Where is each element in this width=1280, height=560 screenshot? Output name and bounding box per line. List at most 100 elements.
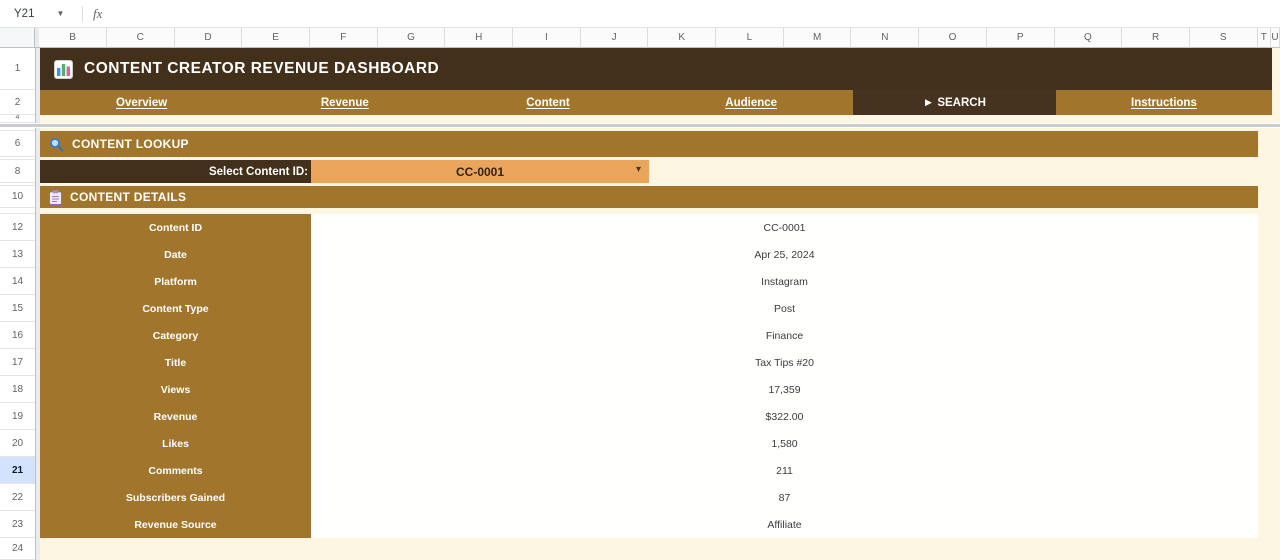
table-row: Revenue Source Affiliate [40,511,1258,538]
column-header-S[interactable]: S [1189,28,1258,48]
field-value[interactable]: Affiliate [311,511,1258,538]
page-title: CONTENT CREATOR REVENUE DASHBOARD [84,60,440,77]
search-icon [49,137,64,152]
row-header-1[interactable]: 1 [0,48,35,90]
row-header-19[interactable]: 19 [0,403,35,430]
tab-label: Content [526,96,570,109]
column-headers: BCDEFGHIJKLMNOPQRSTU [39,28,1280,48]
row-header-8[interactable]: 8 [0,160,35,183]
row-header-4[interactable]: 4 [0,115,35,123]
field-value[interactable]: Instagram [311,268,1258,295]
tab-content[interactable]: Content [446,90,649,115]
field-value[interactable]: Finance [311,322,1258,349]
field-value[interactable]: 211 [311,457,1258,484]
field-value[interactable]: Tax Tips #20 [311,349,1258,376]
row-header-14[interactable]: 14 [0,268,35,295]
field-value[interactable]: CC-0001 [311,214,1258,241]
frozen-rows-divider[interactable] [0,123,1280,128]
details-table: Content ID CC-0001 Date Apr 25, 2024 Platfor… [40,214,1258,538]
field-label[interactable]: Subscribers Gained [40,484,311,511]
name-box[interactable]: Y21 ▼ [8,3,80,25]
sheet-body: 1 2 4 6 8 10 12 13 14 15 16 17 18 19 20 21 22 23 24 CONTEN… [0,48,1280,560]
column-header-D[interactable]: D [174,28,243,48]
row-header-2[interactable]: 2 [0,90,35,115]
table-row: Comments 211 [40,457,1258,484]
content-lookup-header-cell[interactable]: CONTENT LOOKUP [40,131,1258,157]
content-details-header-cell[interactable]: CONTENT DETAILS [40,186,1258,208]
content-id-dropdown[interactable]: CC-0001 ▾ [311,160,649,183]
column-header-R[interactable]: R [1122,28,1190,48]
column-header-K[interactable]: K [648,28,717,48]
row-header-6[interactable]: 6 [0,131,35,157]
field-label[interactable]: Content ID [40,214,311,241]
column-header-E[interactable]: E [242,28,310,48]
column-header-F[interactable]: F [309,28,378,48]
tab-label: Audience [725,96,778,109]
name-box-value: Y21 [14,7,35,20]
tab-audience[interactable]: Audience [650,90,853,115]
row-header-13[interactable]: 13 [0,241,35,268]
column-header-B[interactable]: B [39,28,107,48]
select-content-id-label-cell[interactable]: Select Content ID: [40,160,311,183]
row-header-23[interactable]: 23 [0,511,35,538]
tab-search[interactable]: ► SEARCH [852,90,1056,115]
column-header-L[interactable]: L [716,28,784,48]
column-header-N[interactable]: N [851,28,920,48]
row-header-24[interactable]: 24 [0,538,35,560]
table-row: Subscribers Gained 87 [40,484,1258,511]
row-header-22[interactable]: 22 [0,484,35,511]
field-label[interactable]: Likes [40,430,311,457]
column-header-J[interactable]: J [580,28,649,48]
column-header-O[interactable]: O [919,28,987,48]
field-label[interactable]: Platform [40,268,311,295]
field-label[interactable]: Revenue [40,403,311,430]
field-value[interactable]: Apr 25, 2024 [311,241,1258,268]
tab-overview[interactable]: Overview [40,90,243,115]
column-header-U[interactable]: U [1271,28,1280,48]
field-label[interactable]: Date [40,241,311,268]
row-header-18[interactable]: 18 [0,376,35,403]
field-value[interactable]: 87 [311,484,1258,511]
select-all-corner[interactable] [0,28,36,48]
table-row: Content Type Post [40,295,1258,322]
select-content-id-label: Select Content ID: [208,165,308,178]
row-header-12[interactable]: 12 [0,214,35,241]
table-row: Likes 1,580 [40,430,1258,457]
field-label[interactable]: Revenue Source [40,511,311,538]
row-header-16[interactable]: 16 [0,322,35,349]
column-header-T[interactable]: T [1257,28,1271,48]
field-value[interactable]: Post [311,295,1258,322]
field-label[interactable]: Views [40,376,311,403]
row-header-20[interactable]: 20 [0,430,35,457]
column-header-M[interactable]: M [783,28,852,48]
name-box-caret-icon: ▼ [56,9,65,18]
table-row: Title Tax Tips #20 [40,349,1258,376]
row-header-10[interactable]: 10 [0,186,35,208]
row-header-17[interactable]: 17 [0,349,35,376]
tab-instructions[interactable]: Instructions [1056,90,1272,115]
column-header-H[interactable]: H [445,28,514,48]
section-title-lookup: CONTENT LOOKUP [72,137,189,151]
column-header-G[interactable]: G [377,28,446,48]
column-header-C[interactable]: C [106,28,175,48]
row-header-21[interactable]: 21 [0,457,35,484]
field-label[interactable]: Content Type [40,295,311,322]
table-row: Content ID CC-0001 [40,214,1258,241]
field-value[interactable]: $322.00 [311,403,1258,430]
content-id-selected-value: CC-0001 [455,164,505,179]
dashboard-title-cell[interactable]: CONTENT CREATOR REVENUE DASHBOARD [40,48,1272,90]
dropdown-caret-icon: ▾ [635,164,641,175]
column-header-Q[interactable]: Q [1054,28,1123,48]
field-label[interactable]: Comments [40,457,311,484]
row-header-15[interactable]: 15 [0,295,35,322]
field-label[interactable]: Category [40,322,311,349]
tab-label: Instructions [1131,96,1197,109]
field-label[interactable]: Title [40,349,311,376]
column-header-I[interactable]: I [513,28,581,48]
field-value[interactable]: 1,580 [311,430,1258,457]
spreadsheet-app: Y21 ▼ fx BCDEFGHIJKLMNOPQRSTU 1 2 4 6 8 10 12 1… [0,0,1280,560]
tab-revenue[interactable]: Revenue [243,90,446,115]
field-value[interactable]: 17,359 [311,376,1258,403]
column-header-P[interactable]: P [986,28,1055,48]
function-icon[interactable]: fx [93,6,102,22]
